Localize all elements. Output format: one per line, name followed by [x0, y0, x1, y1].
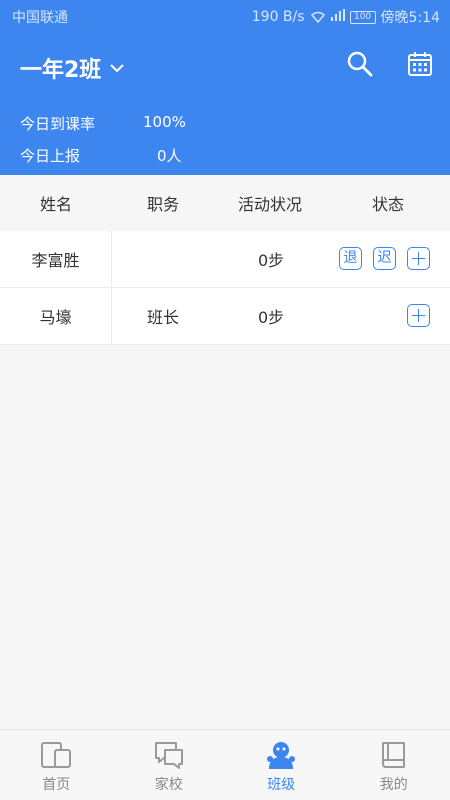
status-right: 190 B/s 100 傍晚5:14 — [252, 7, 440, 27]
carrier-name: 中国联通 — [12, 10, 68, 26]
status-actions: 退 迟 — [339, 247, 430, 270]
attendance-rate-value: 100% — [143, 113, 186, 131]
column-status: 状态 — [371, 195, 404, 214]
student-activity: 0步 — [258, 308, 285, 327]
wifi-icon — [310, 11, 326, 23]
tab-home-label: 首页 — [42, 777, 71, 793]
student-list: 李富胜 0步 退 迟 马壕 班长 0步 — [0, 231, 450, 345]
add-status-button[interactable] — [407, 247, 430, 270]
calendar-icon[interactable] — [406, 50, 434, 78]
student-name: 李富胜 — [0, 231, 112, 287]
student-name: 马壕 — [0, 288, 112, 344]
signal-icon — [330, 9, 345, 25]
attendance-rate: 今日到课率 100% — [20, 113, 186, 134]
tab-mine[interactable]: 我的 — [338, 730, 450, 800]
bottom-tab-bar: 首页 家校 班级 我的 — [0, 729, 450, 800]
chat-icon — [154, 742, 183, 769]
student-activity: 0步 — [258, 251, 285, 270]
table-row[interactable]: 马壕 班长 0步 — [0, 288, 450, 345]
tab-mine-label: 我的 — [379, 777, 408, 793]
tab-home-school-label: 家校 — [154, 777, 183, 793]
attendance-rate-label: 今日到课率 — [20, 115, 96, 133]
table-row[interactable]: 李富胜 0步 退 迟 — [0, 231, 450, 288]
tab-home-school[interactable]: 家校 — [113, 730, 226, 800]
student-role: 班长 — [146, 308, 179, 327]
table-header: 姓名 职务 活动状况 状态 — [0, 175, 450, 231]
column-role: 职务 — [146, 195, 179, 214]
reported-count-label: 今日上报 — [20, 147, 81, 165]
column-activity: 活动状况 — [237, 195, 302, 214]
status-actions — [407, 304, 430, 327]
reported-count: 今日上报 0人 — [20, 145, 182, 166]
chevron-down-icon — [110, 64, 125, 73]
status-time: 傍晚5:14 — [380, 10, 440, 26]
class-header: 一年2班 今日到课率 100% 今日上报 0人 — [0, 30, 450, 175]
network-speed: 190 B/s — [251, 9, 305, 25]
tab-home[interactable]: 首页 — [0, 730, 113, 800]
status-bar: 中国联通 190 B/s 100 傍晚5:14 — [0, 0, 450, 30]
late-tag[interactable]: 迟 — [373, 247, 396, 270]
class-name: 一年2班 — [20, 58, 102, 83]
tab-class-label: 班级 — [267, 777, 296, 793]
tab-class[interactable]: 班级 — [225, 730, 338, 800]
class-selector[interactable]: 一年2班 — [20, 52, 125, 84]
leave-early-tag[interactable]: 退 — [339, 247, 362, 270]
book-icon — [381, 742, 405, 768]
add-status-button[interactable] — [407, 304, 430, 327]
class-icon — [267, 742, 296, 769]
home-icon — [41, 742, 72, 768]
search-icon[interactable] — [346, 50, 374, 78]
column-name: 姓名 — [39, 195, 72, 214]
battery-icon: 100 — [349, 10, 376, 24]
reported-count-value: 0人 — [157, 147, 182, 165]
